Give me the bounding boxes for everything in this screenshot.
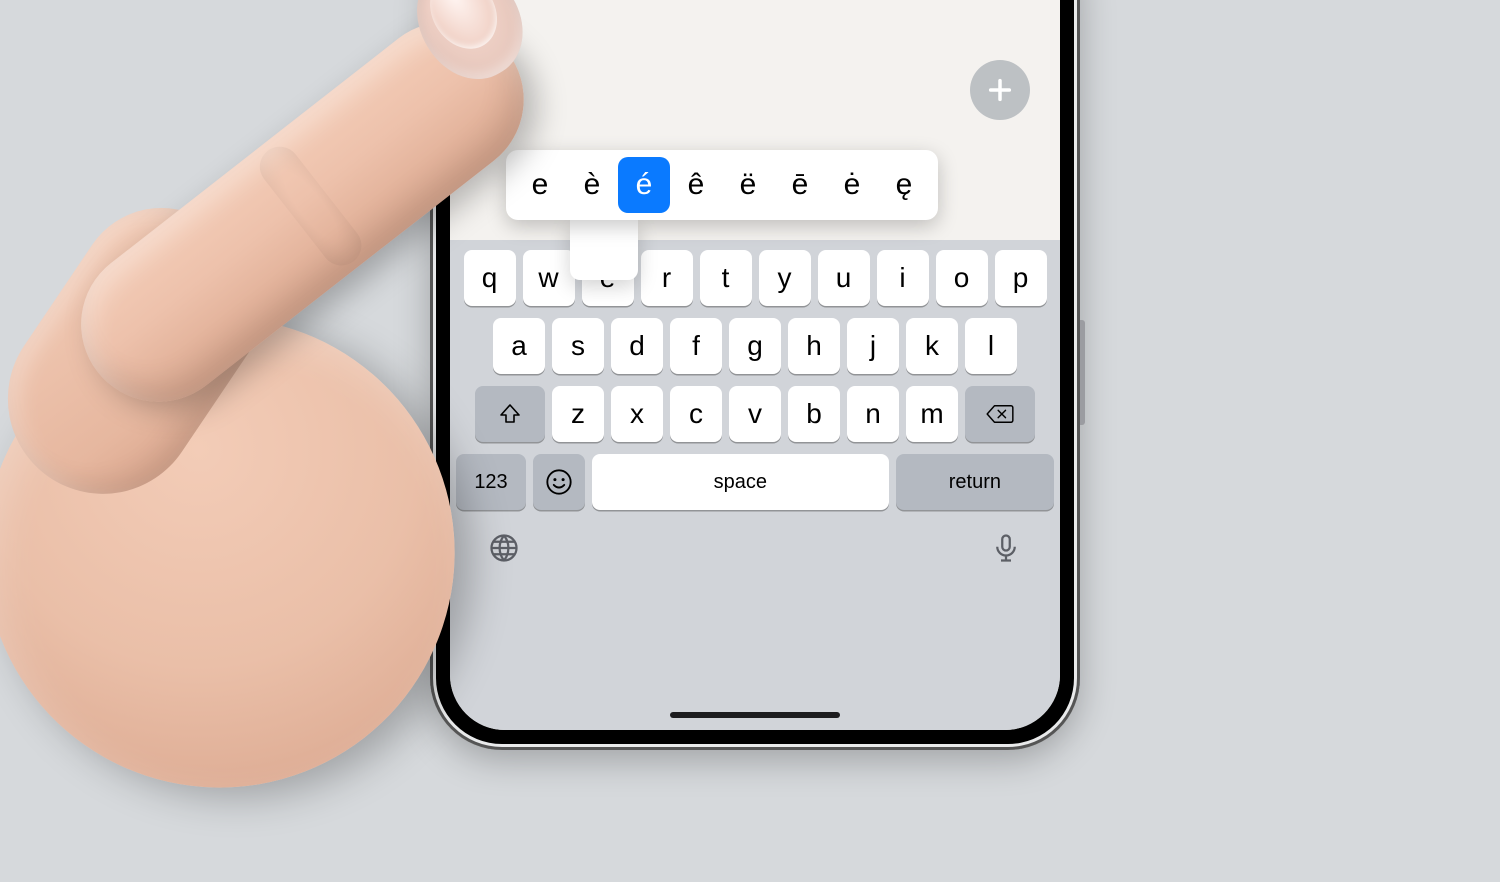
key-t[interactable]: t xyxy=(700,250,752,306)
emoji-icon xyxy=(545,468,573,496)
key-l[interactable]: l xyxy=(965,318,1017,374)
key-r[interactable]: r xyxy=(641,250,693,306)
return-key[interactable]: return xyxy=(896,454,1054,510)
keyboard-row-1: q w e r t y u i o p xyxy=(456,250,1054,306)
shift-icon xyxy=(498,402,522,426)
key-d[interactable]: d xyxy=(611,318,663,374)
key-s[interactable]: s xyxy=(552,318,604,374)
delete-key[interactable] xyxy=(965,386,1035,442)
key-u[interactable]: u xyxy=(818,250,870,306)
key-f[interactable]: f xyxy=(670,318,722,374)
key-n[interactable]: n xyxy=(847,386,899,442)
key-z[interactable]: z xyxy=(552,386,604,442)
key-j[interactable]: j xyxy=(847,318,899,374)
key-w[interactable]: w xyxy=(523,250,575,306)
accent-option-4[interactable]: ë xyxy=(722,157,774,213)
key-p[interactable]: p xyxy=(995,250,1047,306)
accent-option-6[interactable]: ė xyxy=(826,157,878,213)
keyboard-row-2: a s d f g h j k l xyxy=(456,318,1054,374)
accent-option-3[interactable]: ê xyxy=(670,157,722,213)
add-button[interactable] xyxy=(970,60,1030,120)
onscreen-keyboard: q w e r t y u i o p a s d f g h j k l xyxy=(450,240,1060,730)
accent-option-5[interactable]: ē xyxy=(774,157,826,213)
key-c[interactable]: c xyxy=(670,386,722,442)
phone-screen: e è é ê ë ē ė ę q w e r t y u i o p xyxy=(450,0,1060,730)
home-indicator[interactable] xyxy=(670,712,840,718)
keyboard-row-4: 123 space return xyxy=(456,454,1054,510)
key-m[interactable]: m xyxy=(906,386,958,442)
plus-icon xyxy=(986,76,1014,104)
key-a[interactable]: a xyxy=(493,318,545,374)
key-q[interactable]: q xyxy=(464,250,516,306)
accent-option-2-selected[interactable]: é xyxy=(618,157,670,213)
key-o[interactable]: o xyxy=(936,250,988,306)
accent-option-0[interactable]: e xyxy=(514,157,566,213)
globe-icon xyxy=(489,533,519,563)
key-g[interactable]: g xyxy=(729,318,781,374)
keyboard-row-3: z x c v b n m xyxy=(456,386,1054,442)
keyboard-utility-row xyxy=(456,522,1054,588)
key-v[interactable]: v xyxy=(729,386,781,442)
accent-option-7[interactable]: ę xyxy=(878,157,930,213)
key-h[interactable]: h xyxy=(788,318,840,374)
shift-key[interactable] xyxy=(475,386,545,442)
key-i[interactable]: i xyxy=(877,250,929,306)
accent-character-popover[interactable]: e è é ê ë ē ė ę xyxy=(506,150,938,220)
numbers-key[interactable]: 123 xyxy=(456,454,526,510)
accent-option-1[interactable]: è xyxy=(566,157,618,213)
delete-icon xyxy=(985,403,1015,425)
mic-icon xyxy=(991,533,1021,563)
emoji-key[interactable] xyxy=(533,454,585,510)
key-x[interactable]: x xyxy=(611,386,663,442)
accent-popover-stem xyxy=(570,220,638,280)
globe-button[interactable] xyxy=(482,526,526,570)
phone-frame: e è é ê ë ē ė ę q w e r t y u i o p xyxy=(430,0,1080,750)
key-b[interactable]: b xyxy=(788,386,840,442)
key-y[interactable]: y xyxy=(759,250,811,306)
app-content-area xyxy=(450,0,1060,170)
dictation-button[interactable] xyxy=(984,526,1028,570)
space-key[interactable]: space xyxy=(592,454,889,510)
key-k[interactable]: k xyxy=(906,318,958,374)
